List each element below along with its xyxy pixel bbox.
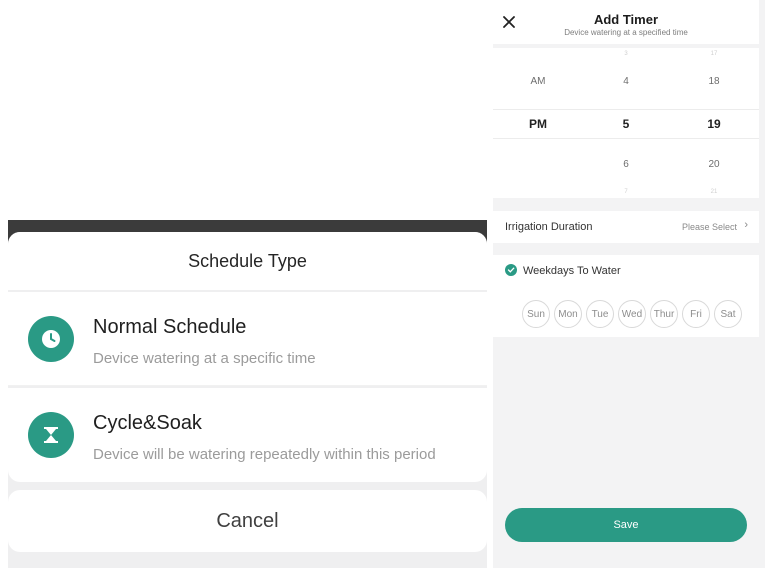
day-toggle-fri[interactable]: Fri bbox=[682, 300, 710, 328]
picker-item[interactable]: 18 bbox=[669, 76, 759, 87]
cancel-label: Cancel bbox=[216, 509, 279, 532]
add-timer-screen: Add Timer Device watering at a specified… bbox=[493, 0, 765, 568]
picker-item[interactable]: AM bbox=[493, 76, 583, 87]
day-toggle-mon[interactable]: Mon bbox=[554, 300, 582, 328]
cycle-soak-option[interactable]: Cycle&Soak Device will be watering repea… bbox=[8, 388, 487, 482]
day-toggle-sun[interactable]: Sun bbox=[522, 300, 550, 328]
day-toggle-sat[interactable]: Sat bbox=[714, 300, 742, 328]
picker-item-selected[interactable]: 19 bbox=[669, 117, 759, 131]
picker-item[interactable]: 21 bbox=[669, 189, 759, 195]
time-picker[interactable]: AM PM 3 4 5 6 7 17 18 19 20 21 bbox=[493, 48, 759, 198]
picker-item[interactable]: 17 bbox=[669, 51, 759, 57]
day-toggle-wed[interactable]: Wed bbox=[618, 300, 646, 328]
day-selector: Sun Mon Tue Wed Thur Fri Sat bbox=[522, 300, 742, 328]
irrigation-duration-label: Irrigation Duration bbox=[505, 221, 593, 233]
cancel-button[interactable]: Cancel bbox=[8, 490, 487, 552]
option-description: Device will be watering repeatedly withi… bbox=[93, 446, 436, 463]
weekdays-label: Weekdays To Water bbox=[523, 265, 621, 277]
weekdays-section: Weekdays To Water Sun Mon Tue Wed Thur F… bbox=[493, 255, 759, 337]
irrigation-duration-value: Please Select bbox=[681, 222, 737, 232]
page-subtitle: Device watering at a specified time bbox=[564, 28, 688, 37]
save-label: Save bbox=[613, 519, 639, 531]
picker-item[interactable]: 3 bbox=[581, 51, 671, 57]
hour-column[interactable]: 3 4 5 6 7 bbox=[581, 48, 671, 198]
picker-item-selected[interactable]: 5 bbox=[581, 117, 671, 131]
save-button[interactable]: Save bbox=[505, 508, 747, 542]
option-title: Cycle&Soak bbox=[93, 412, 202, 434]
picker-item[interactable]: 6 bbox=[581, 159, 671, 170]
day-toggle-thur[interactable]: Thur bbox=[650, 300, 678, 328]
picker-item-selected[interactable]: PM bbox=[493, 117, 583, 131]
picker-item[interactable]: 4 bbox=[581, 76, 671, 87]
page-title: Add Timer bbox=[593, 12, 659, 27]
sheet-header: Schedule Type bbox=[8, 232, 487, 290]
day-toggle-tue[interactable]: Tue bbox=[586, 300, 614, 328]
picker-item[interactable]: 7 bbox=[581, 189, 671, 195]
schedule-type-screen: Schedule Type Normal Schedule Device wat… bbox=[0, 0, 495, 568]
chevron-right-icon: › bbox=[744, 219, 748, 231]
normal-schedule-option[interactable]: Normal Schedule Device watering at a spe… bbox=[8, 292, 487, 386]
clock-icon bbox=[28, 316, 74, 362]
irrigation-duration-row[interactable]: Irrigation Duration Please Select › bbox=[493, 211, 759, 243]
header: Add Timer Device watering at a specified… bbox=[493, 0, 759, 44]
option-title: Normal Schedule bbox=[93, 316, 247, 338]
sheet-title: Schedule Type bbox=[188, 250, 307, 271]
minute-column[interactable]: 17 18 19 20 21 bbox=[669, 48, 759, 198]
ampm-column[interactable]: AM PM bbox=[493, 48, 583, 198]
check-icon[interactable] bbox=[505, 264, 517, 276]
hourglass-icon bbox=[28, 412, 74, 458]
picker-item[interactable]: 20 bbox=[669, 159, 759, 170]
option-description: Device watering at a specific time bbox=[93, 350, 316, 367]
